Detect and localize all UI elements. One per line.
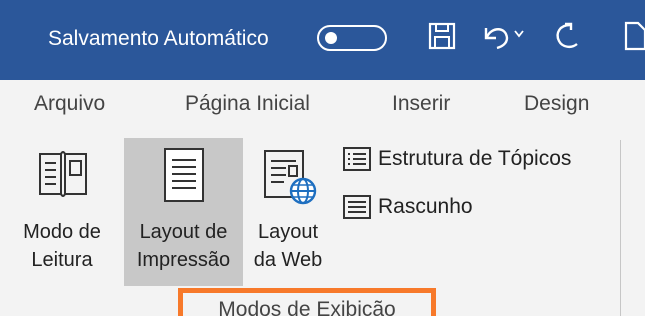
draft-label: Rascunho [378, 195, 473, 218]
print-layout-label: Layout de Impressão [136, 221, 231, 271]
word-window: Salvamento Automático Arquivo Página Ini… [0, 0, 645, 316]
ribbon-tabs: Arquivo Página Inicial Inserir Design [0, 80, 645, 130]
autosave-toggle[interactable] [317, 25, 387, 51]
print-layout-icon [164, 148, 204, 202]
undo-icon[interactable] [479, 18, 515, 54]
group-label-highlight: Modos de Exibição [178, 288, 436, 316]
outline-label: Estrutura de Tópicos [378, 147, 572, 170]
redo-icon[interactable] [551, 18, 587, 54]
tab-inserir[interactable]: Inserir [392, 90, 450, 118]
views-group-label: Modos de Exibição [218, 298, 396, 316]
tab-design[interactable]: Design [524, 90, 589, 118]
print-layout-button[interactable]: Layout de Impressão [124, 138, 243, 286]
web-layout-icon [264, 150, 317, 205]
toggle-knob [325, 32, 337, 44]
read-mode-button[interactable]: Modo de Leitura [0, 138, 124, 286]
title-bar: Salvamento Automático [0, 0, 645, 80]
web-layout-button[interactable]: Layout da Web [245, 138, 331, 286]
outline-icon [343, 147, 371, 171]
outline-button[interactable]: Estrutura de Tópicos [342, 142, 604, 176]
web-layout-label: Layout da Web [253, 221, 323, 271]
group-separator [620, 140, 621, 316]
new-document-icon[interactable] [623, 18, 645, 54]
draft-button[interactable]: Rascunho [342, 190, 492, 224]
chevron-down-icon[interactable] [513, 28, 525, 40]
ribbon-views-group: Modo de Leitura Layout de Impressão Layo… [0, 130, 645, 316]
draft-icon [343, 195, 371, 219]
read-mode-icon [39, 151, 87, 197]
tab-arquivo[interactable]: Arquivo [34, 90, 105, 118]
read-mode-label: Modo de Leitura [23, 221, 101, 271]
tab-pagina-inicial[interactable]: Página Inicial [185, 90, 310, 118]
save-icon[interactable] [425, 18, 461, 54]
autosave-label: Salvamento Automático [48, 27, 269, 50]
